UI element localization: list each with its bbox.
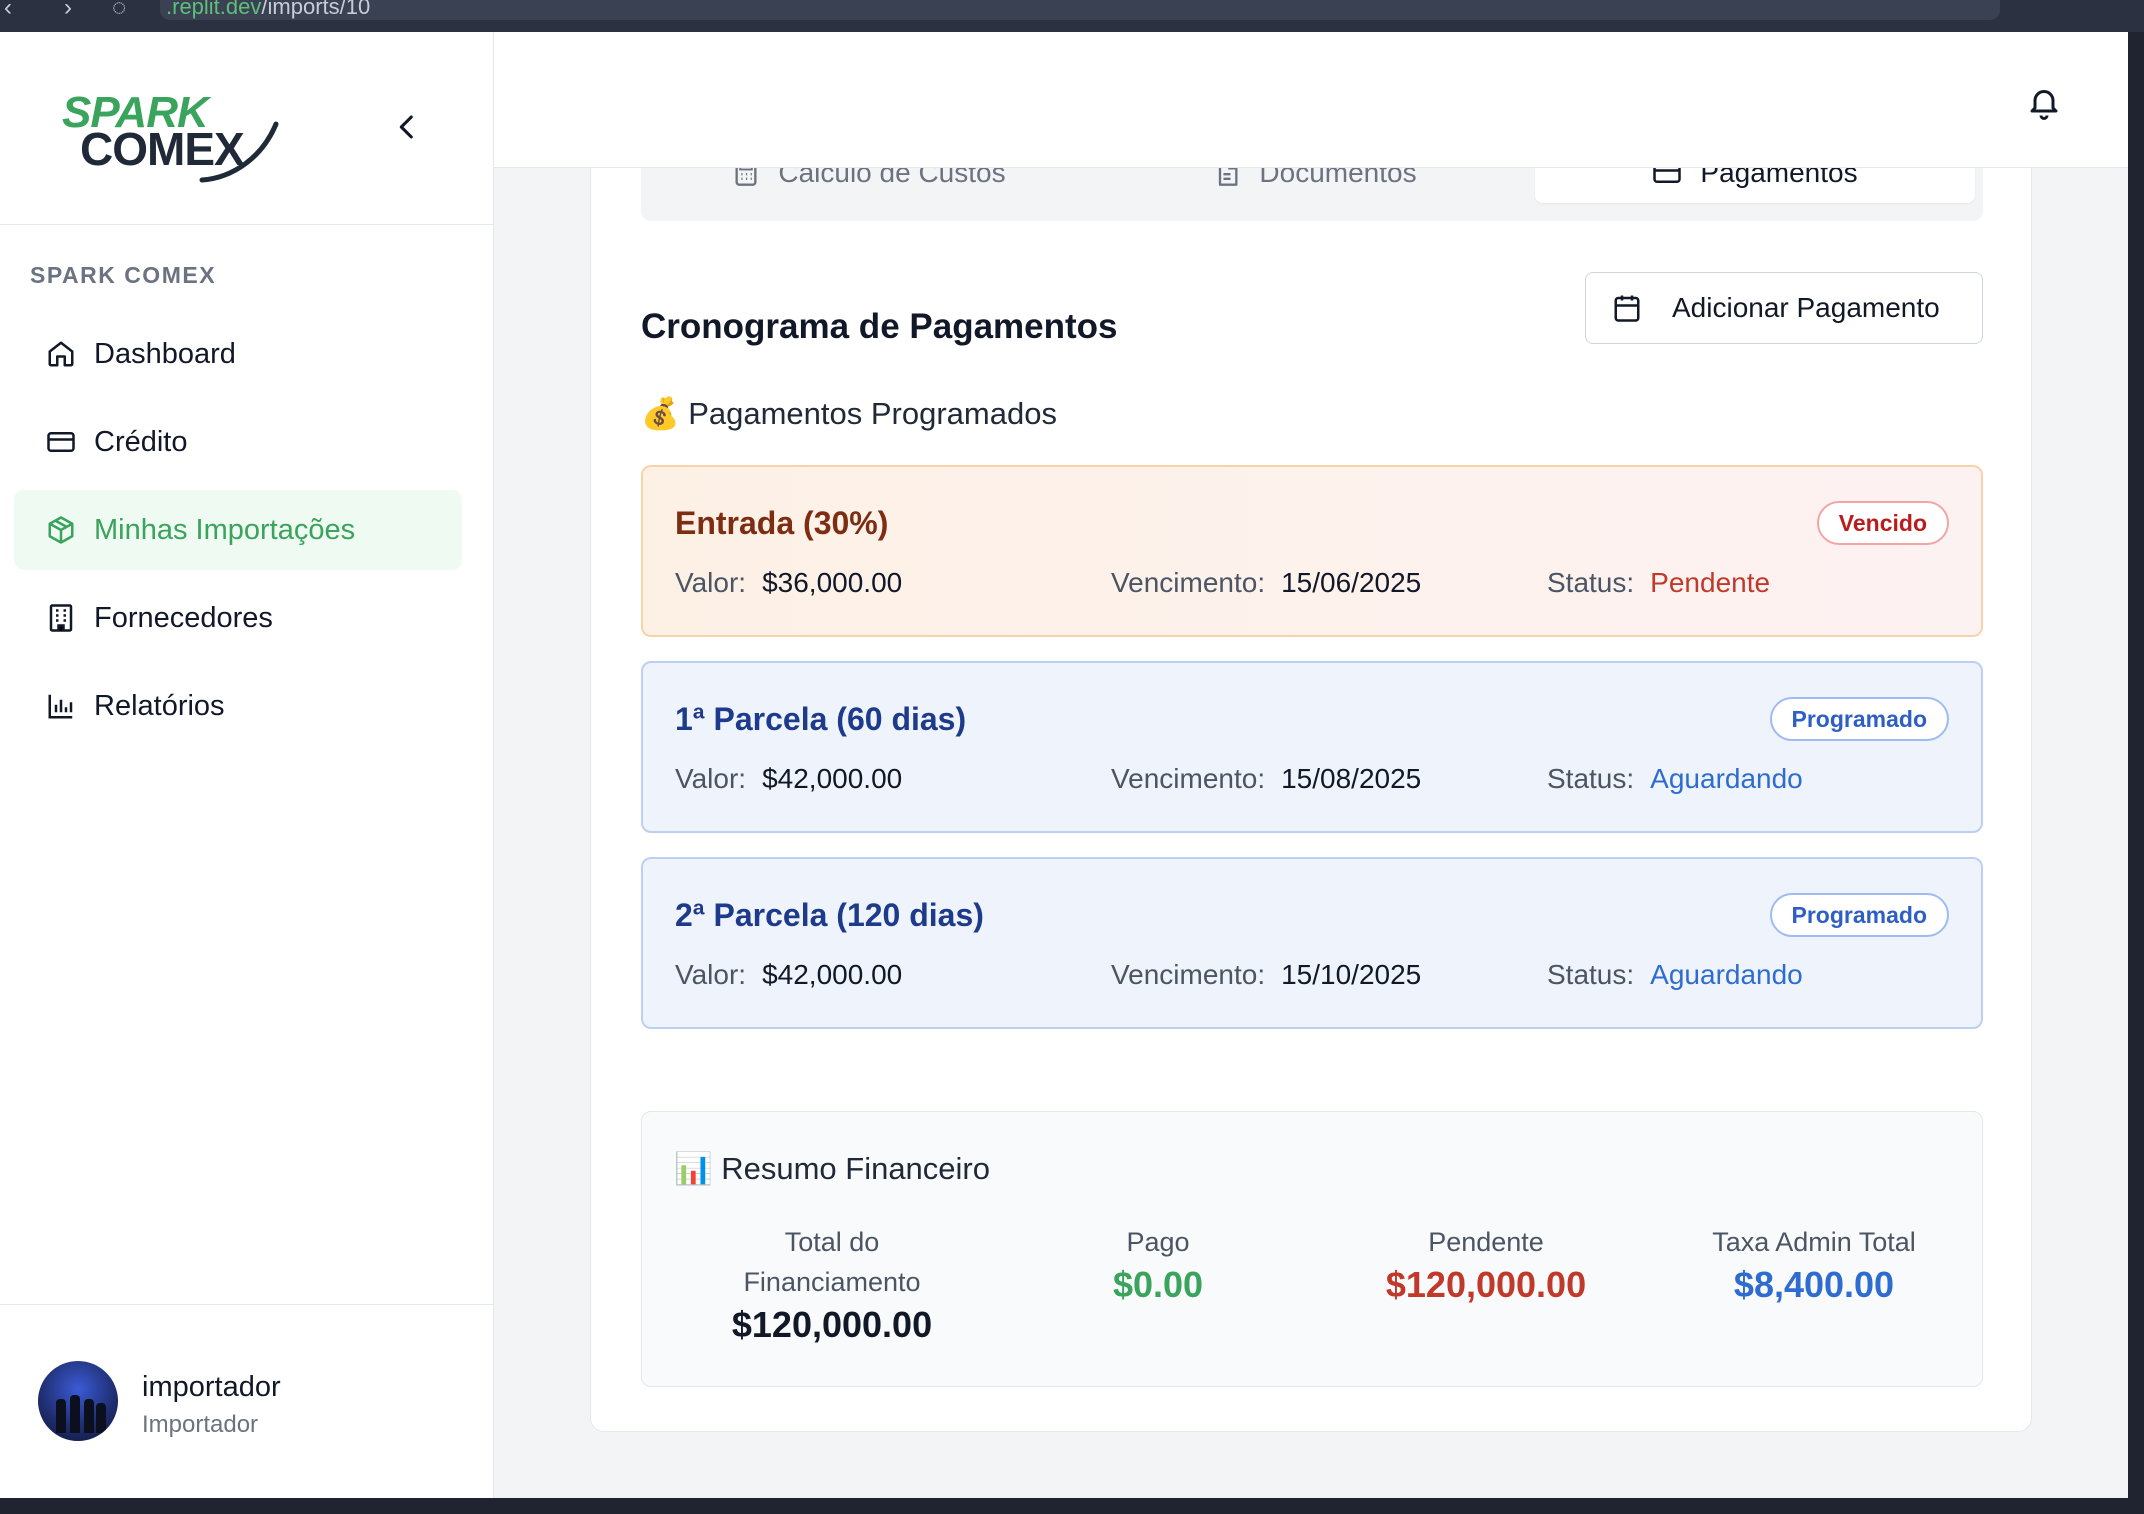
sidebar-item-relatorios[interactable]: Relatórios <box>14 666 462 746</box>
payment-title: Entrada (30%) <box>675 505 889 541</box>
user-profile[interactable]: importador Importador <box>0 1304 494 1498</box>
payment-value: Valor: $42,000.00 <box>675 763 903 794</box>
address-bar[interactable]: .replit.dev/imports/10 <box>160 0 2000 20</box>
sidebar-item-label: Fornecedores <box>94 601 273 634</box>
avatar <box>38 1361 118 1441</box>
app-window: SPARK COMEX SPARK COMEX Dashboard Crédit… <box>0 32 2128 1498</box>
summary-admin-fee: Taxa Admin Total $8,400.00 <box>1712 1227 1916 1305</box>
browser-toolbar: ‹ › ◌ .replit.dev/imports/10 <box>0 0 2144 32</box>
url-host: .replit.dev <box>166 0 262 19</box>
sidebar-header: SPARK COMEX <box>0 32 493 225</box>
payment-card[interactable]: 1ª Parcela (60 dias) Programado Valor: $4… <box>641 661 1983 833</box>
user-name: importador <box>142 1371 281 1403</box>
import-detail-card: Cálculo de Custos Documentos Pagamentos … <box>590 132 2032 1432</box>
home-icon <box>46 339 76 369</box>
scheduled-payments-heading: 💰 Pagamentos Programados <box>641 396 1057 431</box>
payment-title: 1ª Parcela (60 dias) <box>675 701 967 737</box>
status-badge: Programado <box>1769 893 1949 937</box>
forward-icon[interactable]: › <box>64 0 72 22</box>
payment-status: Status: Aguardando <box>1547 959 1803 990</box>
sidebar-section-label: SPARK COMEX <box>30 262 217 288</box>
payment-value: Valor: $36,000.00 <box>675 567 903 598</box>
payment-value: Valor: $42,000.00 <box>675 959 903 990</box>
calendar-icon <box>1612 292 1642 324</box>
reload-icon[interactable]: ◌ <box>112 0 126 22</box>
summary-paid: Pago $0.00 <box>1112 1227 1204 1305</box>
package-icon <box>46 515 76 545</box>
add-payment-label: Adicionar Pagamento <box>1672 292 1940 323</box>
credit-card-icon <box>46 427 76 457</box>
sidebar-item-minhas-importacoes[interactable]: Minhas Importações <box>14 490 462 570</box>
window-edge <box>2128 32 2144 1514</box>
payment-due-date: Vencimento: 15/10/2025 <box>1111 959 1422 990</box>
top-header <box>494 32 2128 168</box>
payment-status: Status: Pendente <box>1547 567 1771 598</box>
back-icon[interactable]: ‹ <box>4 0 12 22</box>
payment-title: 2ª Parcela (120 dias) <box>675 897 984 933</box>
window-edge <box>0 1498 2144 1514</box>
page-title: Cronograma de Pagamentos <box>641 307 1118 346</box>
building-icon <box>46 603 76 633</box>
financial-summary: 📊 Resumo Financeiro Total do Financiamen… <box>641 1111 1983 1387</box>
sidebar-item-fornecedores[interactable]: Fornecedores <box>14 578 462 658</box>
url-path: /imports/10 <box>261 0 371 19</box>
summary-total: Total do Financiamento $120,000.00 <box>731 1227 933 1345</box>
payment-card[interactable]: 2ª Parcela (120 dias) Programado Valor: $… <box>641 857 1983 1029</box>
sidebar-item-label: Relatórios <box>94 689 225 722</box>
status-badge: Vencido <box>1816 501 1949 545</box>
bell-icon <box>2030 90 2058 120</box>
financial-summary-title: 📊 Resumo Financeiro <box>674 1151 990 1186</box>
notifications-button[interactable] <box>2026 82 2062 122</box>
sidebar: SPARK COMEX SPARK COMEX Dashboard Crédit… <box>0 32 494 1498</box>
sidebar-item-credito[interactable]: Crédito <box>14 402 462 482</box>
sidebar-item-label: Minhas Importações <box>94 513 356 546</box>
chevron-left-icon <box>399 115 413 139</box>
sidebar-item-dashboard[interactable]: Dashboard <box>14 314 462 394</box>
status-badge: Programado <box>1769 697 1949 741</box>
user-role: Importador <box>142 1411 259 1438</box>
bar-chart-icon <box>46 691 76 721</box>
collapse-sidebar-button[interactable] <box>390 110 424 144</box>
spark-comex-logo: SPARK COMEX <box>62 88 282 188</box>
sidebar-item-label: Dashboard <box>94 337 236 370</box>
payment-status: Status: Aguardando <box>1547 763 1803 794</box>
payment-card[interactable]: Entrada (30%) Vencido Valor: $36,000.00 V… <box>641 465 1983 637</box>
payment-due-date: Vencimento: 15/08/2025 <box>1111 763 1422 794</box>
sidebar-item-label: Crédito <box>94 425 188 458</box>
sidebar-menu: Dashboard Crédito Minhas Importações For… <box>14 314 462 754</box>
add-payment-button[interactable]: Adicionar Pagamento <box>1585 272 1983 344</box>
summary-pending: Pendente $120,000.00 <box>1385 1227 1587 1305</box>
payment-due-date: Vencimento: 15/06/2025 <box>1111 567 1422 598</box>
